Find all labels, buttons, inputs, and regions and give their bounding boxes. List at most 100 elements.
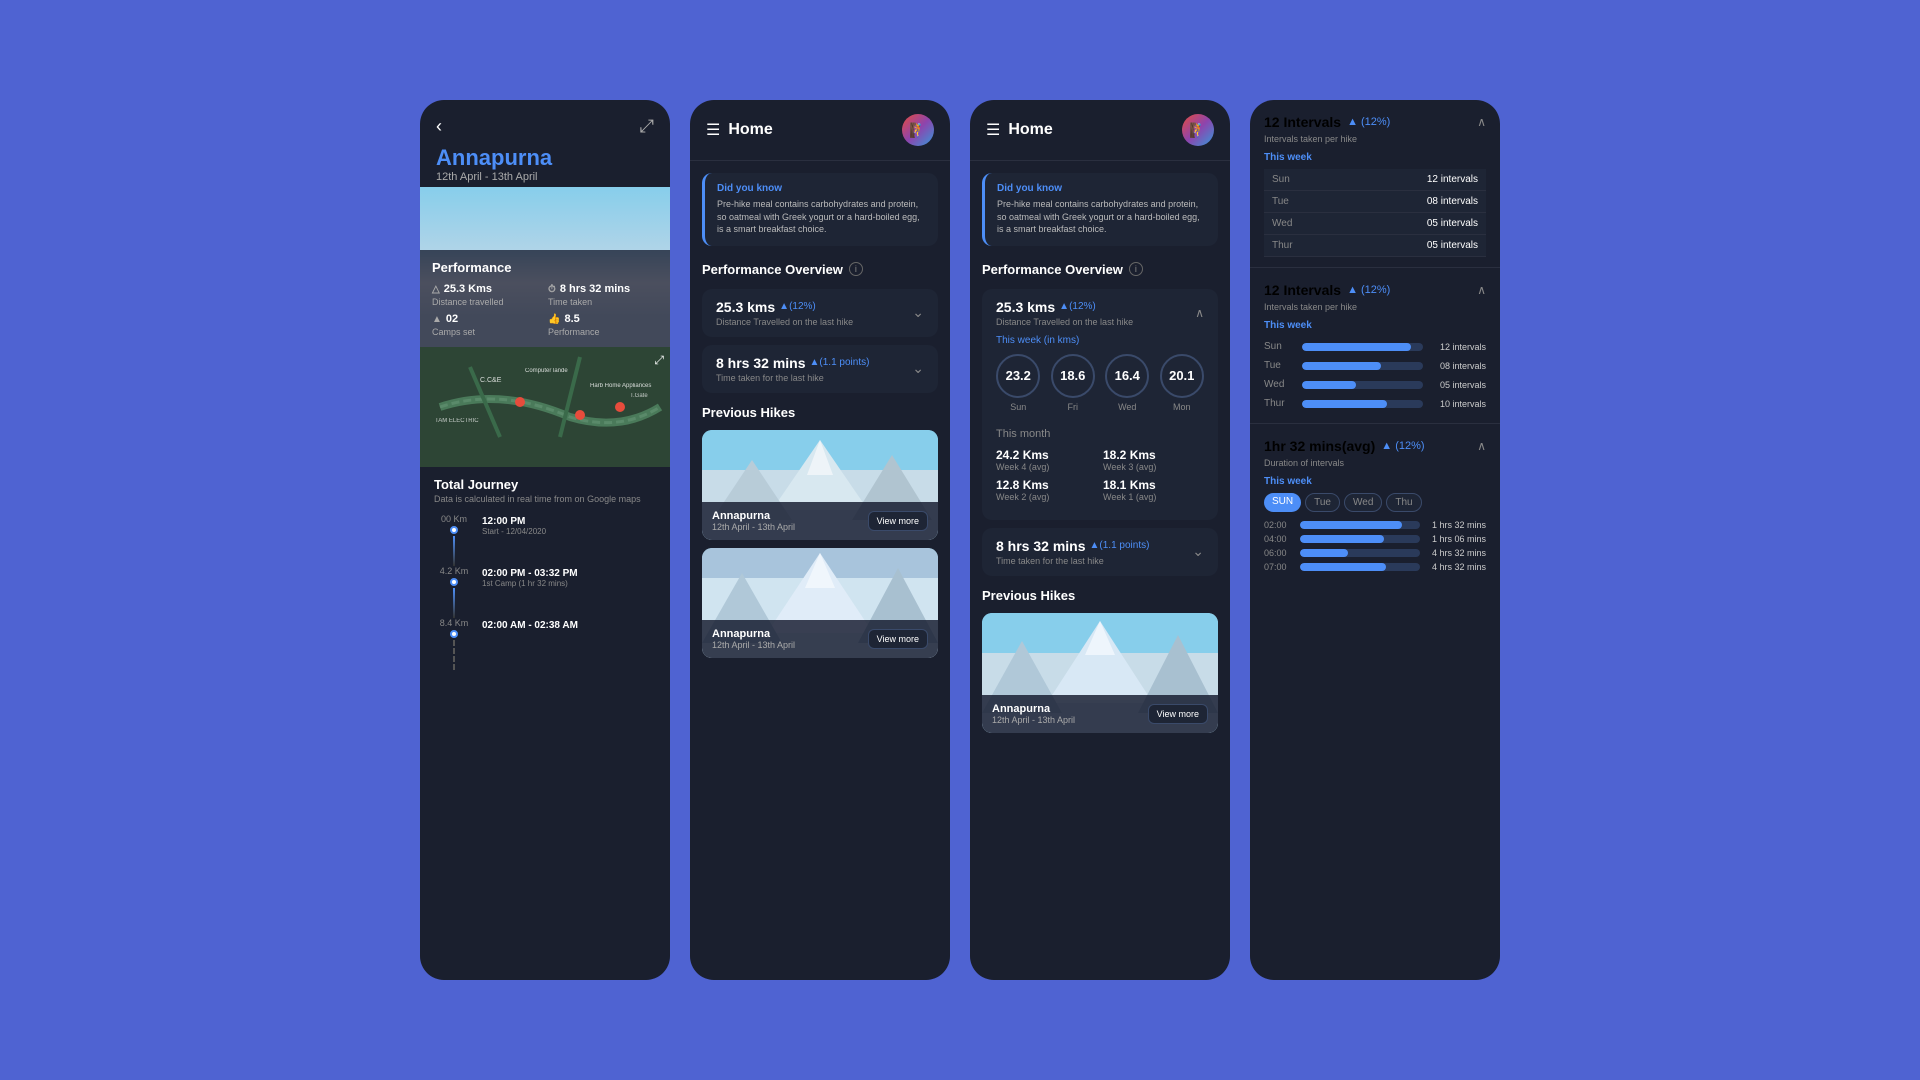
kms-circle-sun: 23.2 Sun: [996, 354, 1040, 412]
month-stat-val-w2: 12.8 Kms: [996, 478, 1097, 492]
did-you-know-text: Pre-hike meal contains carbohydrates and…: [717, 198, 926, 236]
time-metric-info: 8 hrs 32 mins ▲(1.1 points) Time taken f…: [716, 355, 869, 383]
kms-circle-mon: 20.1 Mon: [1160, 354, 1204, 412]
timeline-dot-1: [450, 526, 458, 534]
journey-timeline: 00 Km 12:00 PM Start - 12/04/2020 4.2 Km…: [434, 514, 656, 670]
day-tab-tue[interactable]: Tue: [1305, 493, 1340, 512]
time-bar-bg-06: [1300, 549, 1420, 557]
total-journey-sub: Data is calculated in real time from on …: [434, 494, 656, 504]
intervals-chevron-3[interactable]: ∧: [1477, 439, 1486, 453]
time-metric-card[interactable]: 8 hrs 32 mins ▲(1.1 points) Time taken f…: [702, 345, 938, 393]
card2-home: ☰ Home 🧗 Did you know Pre-hike meal cont…: [690, 100, 950, 980]
card3-did-you-know-text: Pre-hike meal contains carbohydrates and…: [997, 198, 1206, 236]
timeline-desc-2: 1st Camp (1 hr 32 mins): [482, 579, 578, 588]
day-tab-sun[interactable]: SUN: [1264, 493, 1301, 512]
card3-header-left: ☰ Home: [986, 120, 1053, 140]
card1-header: ‹ ⤢: [420, 100, 670, 145]
hike-info-2: Annapurna 12th April - 13th April View m…: [702, 620, 938, 658]
map-background: C.C&E Computer lande Harb Home Appliance…: [420, 347, 670, 467]
timeline-time-1: 12:00 PM: [482, 516, 546, 527]
intervals-chevron-1[interactable]: ∧: [1477, 115, 1486, 129]
hike-card-1[interactable]: Annapurna 12th April - 13th April View m…: [702, 430, 938, 540]
intervals-section-2: 12 Intervals ▲ (12%) ∧ Intervals taken p…: [1250, 268, 1500, 424]
intervals-sub-1: Intervals taken per hike: [1264, 134, 1486, 144]
distance-value: 25.3 Kms: [444, 283, 492, 295]
thumb-icon: 👍: [548, 314, 560, 325]
table-val-tue: 08 intervals: [1304, 191, 1486, 213]
card4-intervals: 12 Intervals ▲ (12%) ∧ Intervals taken p…: [1250, 100, 1500, 980]
clock-icon: ⏱: [548, 284, 556, 295]
card1-annapurna: ‹ ⤢ Annapurna 12th April - 13th April Pe…: [420, 100, 670, 980]
card3-time-chevron-icon[interactable]: ⌄: [1192, 543, 1204, 560]
card3-distance-chevron-icon[interactable]: ∧: [1195, 306, 1204, 320]
time-chevron-icon[interactable]: ⌄: [912, 360, 924, 377]
time-bar-bg-07: [1300, 563, 1420, 571]
expand-icon[interactable]: ⤢: [654, 353, 664, 368]
mountain-image: Performance △ 25.3 Kms Distance travelle…: [420, 187, 670, 347]
month-stat-val-w1: 18.1 Kms: [1103, 478, 1204, 492]
distance-metric-card[interactable]: 25.3 kms ▲(12%) Distance Travelled on th…: [702, 289, 938, 337]
time-bar-fill-02: [1300, 521, 1402, 529]
intervals-week-3: This week: [1264, 476, 1486, 487]
timeline-line-1: [453, 536, 455, 566]
timeline-item-3: 8.4 Km 02:00 AM - 02:38 AM: [434, 618, 656, 670]
hike-name-date-2: Annapurna 12th April - 13th April: [712, 628, 795, 650]
month-stat-val-w3: 18.2 Kms: [1103, 448, 1204, 462]
time-value: 8 hrs 32 mins: [560, 283, 630, 295]
bar-day-sun: Sun: [1264, 341, 1294, 352]
perf-stats-grid: △ 25.3 Kms Distance travelled ⏱ 8 hrs 32…: [432, 283, 658, 337]
card3-distance-info: 25.3 kms ▲(12%) Distance Travelled on th…: [996, 299, 1133, 327]
kms-circles-row: 23.2 Sun 18.6 Fri 16.4 Wed 20.1 Mon: [996, 354, 1204, 412]
timeline-item-2: 4.2 Km 02:00 PM - 03:32 PM 1st Camp (1 h…: [434, 566, 656, 618]
day-tab-thu[interactable]: Thu: [1386, 493, 1421, 512]
card2-home-title: Home: [728, 121, 772, 139]
intervals-sub-3: Duration of intervals: [1264, 458, 1486, 468]
map-section: C.C&E Computer lande Harb Home Appliance…: [420, 347, 670, 467]
intervals-section-1: 12 Intervals ▲ (12%) ∧ Intervals taken p…: [1250, 100, 1500, 268]
hike-card-2[interactable]: Annapurna 12th April - 13th April View m…: [702, 548, 938, 658]
perf-score-stat: 👍 8.5 Performance: [548, 313, 658, 337]
hike2-view-more-button[interactable]: View more: [868, 629, 928, 649]
hamburger-icon[interactable]: ☰: [706, 120, 720, 140]
card3-distance-header: 25.3 kms ▲(12%) Distance Travelled on th…: [996, 299, 1204, 327]
time-val-02: 1 hrs 32 mins: [1426, 520, 1486, 530]
day-tab-wed[interactable]: Wed: [1344, 493, 1382, 512]
card3-hike-info: Annapurna 12th April - 13th April View m…: [982, 695, 1218, 733]
card3-user-avatar[interactable]: 🧗: [1182, 114, 1214, 146]
card3-hamburger-icon[interactable]: ☰: [986, 120, 1000, 140]
card3-did-you-know-box: Did you know Pre-hike meal contains carb…: [982, 173, 1218, 246]
intervals-chevron-2[interactable]: ∧: [1477, 283, 1486, 297]
timeline-right-1: 12:00 PM Start - 12/04/2020: [482, 514, 546, 536]
card3-info-icon[interactable]: i: [1129, 262, 1143, 276]
back-button[interactable]: ‹: [436, 116, 442, 137]
card3-view-more-button[interactable]: View more: [1148, 704, 1208, 724]
intervals-title-2: 12 Intervals: [1264, 282, 1341, 298]
intervals-sub-2: Intervals taken per hike: [1264, 302, 1486, 312]
table-row: Wed 05 intervals: [1264, 213, 1486, 235]
svg-text:Harb Home Appliances: Harb Home Appliances: [590, 383, 651, 389]
timeline-item-1: 00 Km 12:00 PM Start - 12/04/2020: [434, 514, 656, 566]
did-you-know-title: Did you know: [717, 183, 926, 194]
total-journey-section: Total Journey Data is calculated in real…: [420, 467, 670, 980]
bar-row-tue: Tue 08 intervals: [1264, 356, 1486, 375]
card3-time-metric-card[interactable]: 8 hrs 32 mins ▲(1.1 points) Time taken f…: [982, 528, 1218, 576]
info-icon[interactable]: i: [849, 262, 863, 276]
kms-circle-day-fri: Fri: [1068, 402, 1079, 412]
card3-hike-photo[interactable]: Annapurna 12th April - 13th April View m…: [982, 613, 1218, 733]
intervals-week-1: This week: [1264, 152, 1486, 163]
intervals-title-3: 1hr 32 mins(avg): [1264, 438, 1375, 454]
bar-day-thur: Thur: [1264, 398, 1294, 409]
share-icon[interactable]: ⤢: [640, 116, 654, 137]
perf-overview-title: Performance Overview: [702, 262, 843, 277]
table-day-wed: Wed: [1264, 213, 1304, 235]
distance-chevron-icon[interactable]: ⌄: [912, 304, 924, 321]
user-avatar[interactable]: 🧗: [902, 114, 934, 146]
hike1-view-more-button[interactable]: View more: [868, 511, 928, 531]
hike2-name: Annapurna: [712, 628, 795, 640]
bar-val-tue: 08 intervals: [1431, 361, 1486, 371]
bar-val-sun: 12 intervals: [1431, 342, 1486, 352]
table-val-thur: 05 intervals: [1304, 235, 1486, 257]
distance-stat: △ 25.3 Kms Distance travelled: [432, 283, 542, 307]
perf-overlay-title: Performance: [432, 260, 658, 275]
month-stat-label-w1: Week 1 (avg): [1103, 492, 1204, 502]
